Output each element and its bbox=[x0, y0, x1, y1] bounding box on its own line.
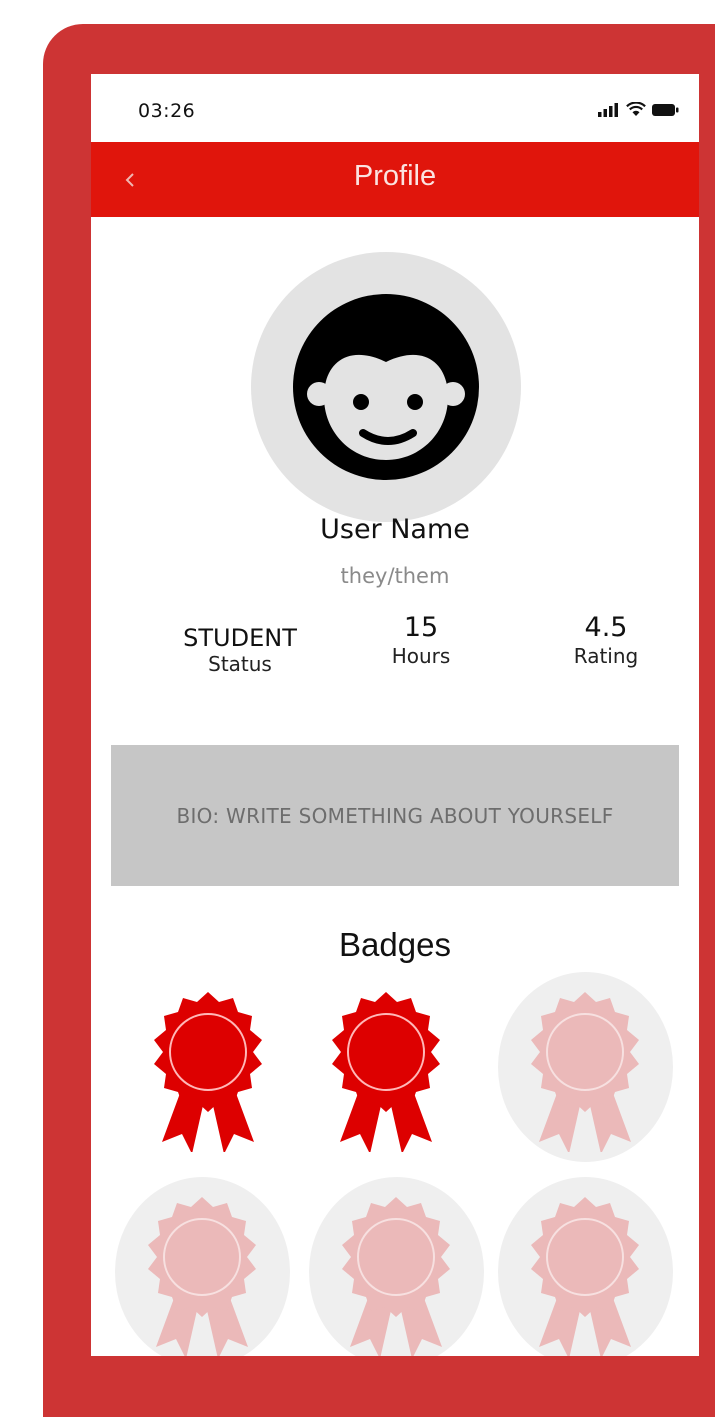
badge-2[interactable] bbox=[299, 972, 474, 1162]
avatar[interactable] bbox=[251, 252, 521, 522]
phone-screen: 03:26 Profile User Name they/them STUDEN… bbox=[91, 74, 699, 1356]
stat-hours: 15 Hours bbox=[371, 612, 471, 668]
battery-icon bbox=[652, 103, 679, 116]
stat-hours-label: Hours bbox=[391, 644, 451, 668]
badge-3[interactable] bbox=[498, 972, 673, 1162]
page-title: Profile bbox=[353, 160, 437, 192]
face-icon bbox=[293, 294, 479, 480]
status-icons bbox=[598, 102, 679, 117]
badge-4[interactable] bbox=[115, 1177, 290, 1356]
status-bar: 03:26 bbox=[91, 74, 699, 142]
stat-rating-label: Rating bbox=[573, 644, 639, 668]
ribbon-badge-icon bbox=[154, 992, 262, 1152]
ribbon-badge-icon bbox=[148, 1197, 256, 1356]
badges-heading: Badges bbox=[339, 926, 451, 963]
ribbon-badge-icon bbox=[332, 992, 440, 1152]
status-time: 03:26 bbox=[138, 100, 196, 122]
ribbon-badge-icon bbox=[531, 992, 639, 1152]
bio-placeholder: BIO: WRITE SOMETHING ABOUT YOURSELF bbox=[176, 803, 614, 828]
signal-icon bbox=[598, 102, 618, 117]
badge-1[interactable] bbox=[121, 972, 296, 1162]
badge-6[interactable] bbox=[498, 1177, 673, 1356]
stat-rating-value: 4.5 bbox=[584, 612, 628, 643]
stat-hours-value: 15 bbox=[403, 612, 439, 643]
ribbon-badge-icon bbox=[531, 1197, 639, 1356]
user-name: User Name bbox=[320, 514, 470, 545]
badge-5[interactable] bbox=[309, 1177, 484, 1356]
ribbon-badge-icon bbox=[342, 1197, 450, 1356]
stat-status: STUDENT Status bbox=[155, 619, 325, 676]
wifi-icon bbox=[626, 102, 646, 116]
stat-status-value: STUDENT bbox=[183, 624, 297, 652]
stat-rating: 4.5 Rating bbox=[556, 612, 656, 668]
stat-status-label: Status bbox=[208, 652, 272, 676]
user-pronouns: they/them bbox=[340, 564, 450, 588]
bio-input[interactable]: BIO: WRITE SOMETHING ABOUT YOURSELF bbox=[111, 745, 679, 886]
app-header: Profile bbox=[91, 142, 699, 217]
